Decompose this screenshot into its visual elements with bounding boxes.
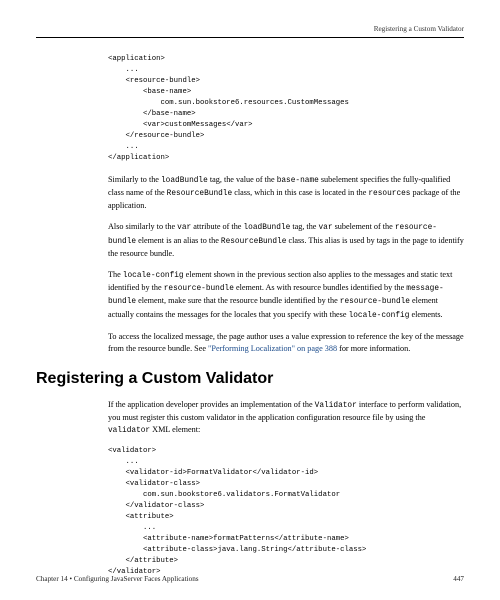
text: element is an alias to the	[136, 236, 221, 245]
paragraph-1: Similarly to the loadBundle tag, the val…	[108, 174, 464, 212]
paragraph-2: Also similarly to the var attribute of t…	[108, 221, 464, 259]
inline-code: var	[318, 224, 332, 232]
code-block-validator: <validator> ... <validator-id>FormatVali…	[108, 446, 464, 577]
inline-code: ResourceBundle	[221, 238, 287, 246]
text: attribute of the	[191, 222, 243, 231]
inline-code: Validator	[315, 402, 357, 410]
inline-code: locale-config	[123, 272, 184, 280]
inline-code: resources	[368, 190, 410, 198]
text: for more information.	[337, 344, 410, 353]
header-rule	[36, 37, 464, 38]
section-heading: Registering a Custom Validator	[36, 367, 464, 390]
text: subelement of the	[333, 222, 395, 231]
page-footer: Chapter 14 • Configuring JavaServer Face…	[36, 574, 464, 584]
text: element, make sure that the resource bun…	[136, 296, 340, 305]
inline-code: ResourceBundle	[167, 190, 233, 198]
text: The	[108, 270, 123, 279]
text: Also similarly to the	[108, 222, 177, 231]
running-head: Registering a Custom Validator	[36, 24, 464, 34]
inline-code: locale-config	[349, 312, 410, 320]
inline-code: resource-bundle	[164, 285, 234, 293]
inline-code: base-name	[277, 177, 319, 185]
text: class, which in this case is located in …	[232, 188, 368, 197]
inline-code: var	[177, 224, 191, 232]
text: tag, the value of the	[208, 175, 277, 184]
paragraph-3: The locale-config element shown in the p…	[108, 269, 464, 322]
paragraph-4: To access the localized message, the pag…	[108, 331, 464, 355]
code-block-application: <application> ... <resource-bundle> <bas…	[108, 54, 464, 163]
text: If the application developer provides an…	[108, 400, 315, 409]
paragraph-5: If the application developer provides an…	[108, 399, 464, 437]
text: Similarly to the	[108, 175, 161, 184]
cross-reference-link[interactable]: "Performing Localization" on page 388	[208, 344, 337, 353]
inline-code: validator	[108, 427, 150, 435]
footer-page-number: 447	[453, 574, 464, 584]
inline-code: resource-bundle	[340, 298, 410, 306]
inline-code: loadBundle	[243, 224, 290, 232]
text: element. As with resource bundles identi…	[234, 283, 406, 292]
text: tag, the	[290, 222, 318, 231]
footer-chapter: Chapter 14 • Configuring JavaServer Face…	[36, 574, 199, 584]
text: XML element:	[150, 425, 200, 434]
text: elements.	[409, 310, 442, 319]
inline-code: loadBundle	[161, 177, 208, 185]
